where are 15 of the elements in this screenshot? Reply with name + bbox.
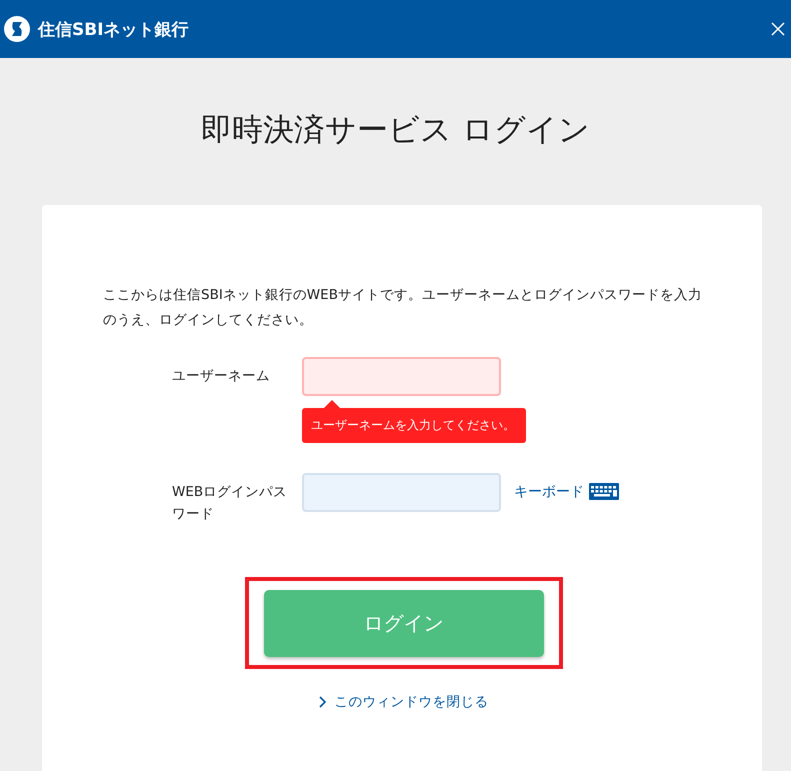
field-label: WEBログインパスワード xyxy=(172,483,288,524)
keyboard-icon[interactable] xyxy=(589,483,619,500)
close-icon[interactable] xyxy=(771,22,785,36)
close-window-link[interactable]: このウィンドウを閉じる xyxy=(318,693,488,711)
password-field[interactable] xyxy=(302,473,501,512)
logo-icon xyxy=(4,16,30,42)
brand-name: 住信SBIネット銀行 xyxy=(38,18,189,40)
intro-text: ここからは住信SBIネット銀行のWEBサイトです。ユーザーネームとログインパスワードを入力のうえ、ログインしてください。 xyxy=(103,286,703,330)
page-title: 即時決済サービス ログイン xyxy=(200,111,591,150)
field-label: ユーザーネーム xyxy=(172,367,271,386)
tooltip-pointer-icon xyxy=(324,400,340,408)
username-field[interactable] xyxy=(302,357,501,396)
keyboard-link[interactable]: キーボード xyxy=(514,473,584,503)
chevron-right-icon xyxy=(318,696,326,708)
error-tooltip: ユーザーネームを入力してください。 xyxy=(302,408,526,443)
